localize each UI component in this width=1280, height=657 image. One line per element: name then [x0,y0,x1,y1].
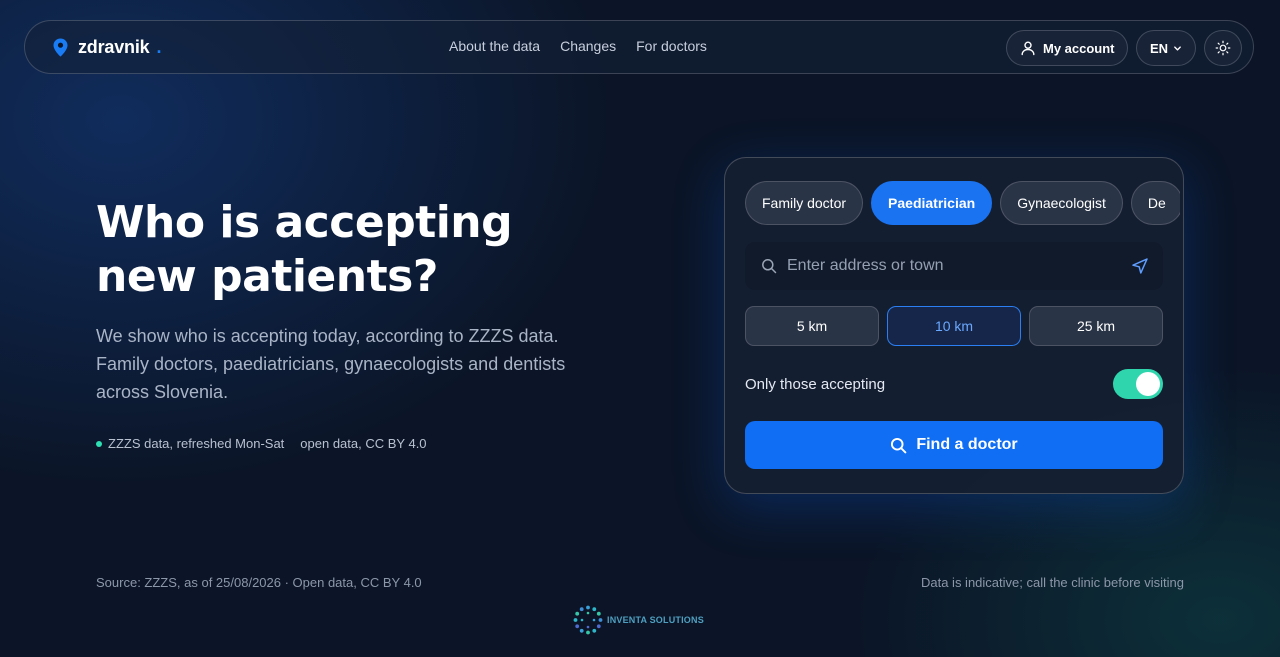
data-refresh-text: ZZZS data, refreshed Mon-Sat [108,436,285,451]
tab-family-doctor[interactable]: Family doctor [745,181,864,225]
tab-gynaecologist[interactable]: Gynaecologist [1000,181,1123,225]
brand-name: zdravnik [78,37,150,57]
address-search-box [745,242,1163,290]
user-icon [1021,41,1035,56]
license-text: open data, CC BY 4.0 [300,436,427,451]
my-account-button[interactable]: My account [1006,30,1128,66]
radius-25km-button[interactable]: 25 km [1029,306,1163,346]
find-doctor-label: Find a doctor [916,436,1018,453]
hero-title-line-2: new patients? [96,251,438,302]
hero-title: Who is accepting new patients? [96,196,656,304]
company-name: INVENTA SOLUTIONS [607,615,704,625]
radius-selector: 5 km 10 km 25 km [745,306,1163,346]
search-icon [762,259,777,274]
address-input[interactable] [787,242,1117,290]
navigation-arrow-icon[interactable] [1131,257,1149,275]
accepting-toggle[interactable] [1113,369,1163,399]
sun-icon [1215,40,1231,56]
nav-link-about-data[interactable]: About the data [449,38,540,54]
disclaimer-note: Data is indicative; call the clinic befo… [920,575,1184,590]
nav-link-changes[interactable]: Changes [560,38,616,54]
search-card: Family doctor Paediatrician Gynaecologis… [724,157,1184,494]
theme-toggle-button[interactable] [1204,30,1242,66]
tab-dentist[interactable]: De [1130,181,1180,225]
specialty-tabs: Family doctor Paediatrician Gynaecologis… [745,181,1180,227]
accepting-filter-label: Only those accepting [745,376,886,393]
accepting-filter-row: Only those accepting [745,368,1163,400]
data-source-note: Source: ZZZS, as of 25/08/2026 · Open da… [96,575,422,590]
company-logo-icon [573,605,603,635]
nav-actions: My account EN [1006,30,1242,66]
my-account-label: My account [1043,40,1115,56]
company-logo[interactable]: INVENTA SOLUTIONS [572,604,704,636]
hero-description: We show who is accepting today, accordin… [96,326,566,402]
language-label: EN [1149,40,1169,56]
status-dot-icon [96,440,102,447]
search-icon [891,437,907,453]
radius-5km-button[interactable]: 5 km [745,306,879,346]
radius-10km-button[interactable]: 10 km [887,306,1021,346]
map-pin-icon [53,38,68,57]
data-info-row: ZZZS data, refreshed Mon-Sat open data, … [96,436,427,451]
language-selector[interactable]: EN [1136,30,1196,66]
top-navbar: zdravnik . About the data Changes For do… [24,20,1254,74]
toggle-knob [1136,372,1160,396]
tab-paediatrician[interactable]: Paediatrician [871,181,993,225]
brand-logo[interactable]: zdravnik . [53,37,161,58]
nav-links: About the data Changes For doctors [449,38,707,54]
hero-title-line-1: Who is accepting [96,197,513,248]
nav-link-for-doctors[interactable]: For doctors [636,38,707,54]
find-doctor-button[interactable]: Find a doctor [745,421,1163,469]
brand-dot: . [156,37,162,57]
chevron-down-icon [1174,45,1181,51]
